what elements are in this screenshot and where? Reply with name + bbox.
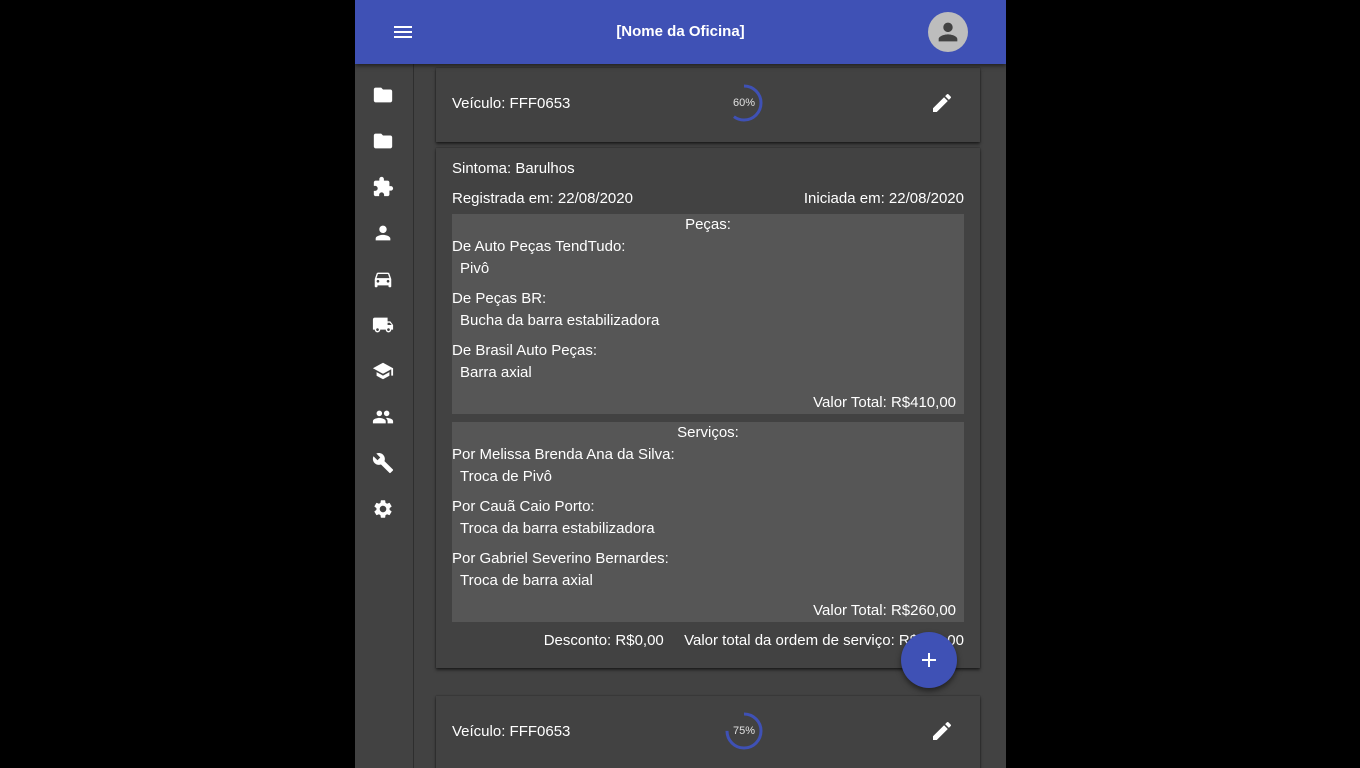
person-icon — [938, 22, 958, 42]
gear-icon[interactable] — [370, 496, 396, 522]
order-card-header[interactable]: Veículo: FFF0653 75% — [436, 696, 980, 768]
edit-icon[interactable] — [930, 91, 954, 115]
puzzle-icon[interactable] — [370, 174, 396, 200]
parts-panel: Peças: De Auto Peças TendTudo: Pivô De P… — [452, 214, 964, 414]
started-date: Iniciada em: 22/08/2020 — [803, 190, 964, 207]
sidebar — [355, 64, 414, 768]
truck-icon[interactable] — [370, 312, 396, 338]
service-item: Troca de barra axial — [460, 572, 593, 589]
parts-total: Valor Total: R$410,00 — [813, 394, 956, 411]
folder-icon[interactable] — [370, 128, 396, 154]
edit-icon[interactable] — [930, 719, 954, 743]
progress-label: 60% — [732, 97, 756, 109]
part-item: Barra axial — [460, 364, 532, 381]
services-title: Serviços: — [677, 424, 739, 441]
progress-indicator: 60% — [724, 83, 764, 123]
service-worker: Por Melissa Brenda Ana da Silva: — [452, 446, 675, 463]
registered-date: Registrada em: 22/08/2020 — [452, 190, 633, 207]
add-button[interactable] — [901, 632, 957, 688]
part-item: Bucha da barra estabilizadora — [460, 312, 660, 329]
order-card-header[interactable]: Veículo: FFF0653 60% — [436, 68, 980, 142]
vehicle-label: Veículo: FFF0653 — [452, 95, 571, 112]
service-worker: Por Cauã Caio Porto: — [452, 498, 595, 515]
discount: Desconto: R$0,00 — [543, 632, 664, 649]
parts-supplier: De Brasil Auto Peças: — [452, 342, 598, 359]
parts-supplier: De Peças BR: — [452, 290, 547, 307]
people-icon[interactable] — [370, 404, 396, 430]
wrench-icon[interactable] — [370, 450, 396, 476]
app-title: [Nome da Oficina] — [616, 23, 745, 40]
order-summary: Desconto: R$0,00 Valor total da ordem de… — [544, 632, 964, 649]
progress-indicator: 75% — [724, 711, 764, 751]
progress-label: 75% — [732, 725, 756, 737]
symptom: Sintoma: Barulhos — [452, 160, 575, 177]
car-icon[interactable] — [370, 266, 396, 292]
service-worker: Por Gabriel Severino Bernardes: — [452, 550, 669, 567]
services-total: Valor Total: R$260,00 — [813, 602, 956, 619]
services-panel: Serviços: Por Melissa Brenda Ana da Silv… — [452, 422, 964, 622]
plus-icon — [922, 653, 936, 667]
account-avatar[interactable] — [928, 12, 968, 52]
order-details: Sintoma: Barulhos Registrada em: 22/08/2… — [436, 148, 980, 668]
service-item: Troca de Pivô — [460, 468, 552, 485]
app-bar: [Nome da Oficina] — [355, 0, 1006, 64]
person-icon[interactable] — [370, 220, 396, 246]
part-item: Pivô — [460, 260, 490, 277]
folder-icon[interactable] — [370, 82, 396, 108]
parts-supplier: De Auto Peças TendTudo: — [452, 238, 626, 255]
vehicle-label: Veículo: FFF0653 — [452, 723, 571, 740]
app-window: [Nome da Oficina] Veículo: FFF0653 60% S… — [355, 0, 1006, 768]
menu-icon[interactable] — [391, 20, 415, 44]
school-icon[interactable] — [370, 358, 396, 384]
parts-title: Peças: — [685, 216, 731, 233]
service-item: Troca da barra estabilizadora — [460, 520, 655, 537]
